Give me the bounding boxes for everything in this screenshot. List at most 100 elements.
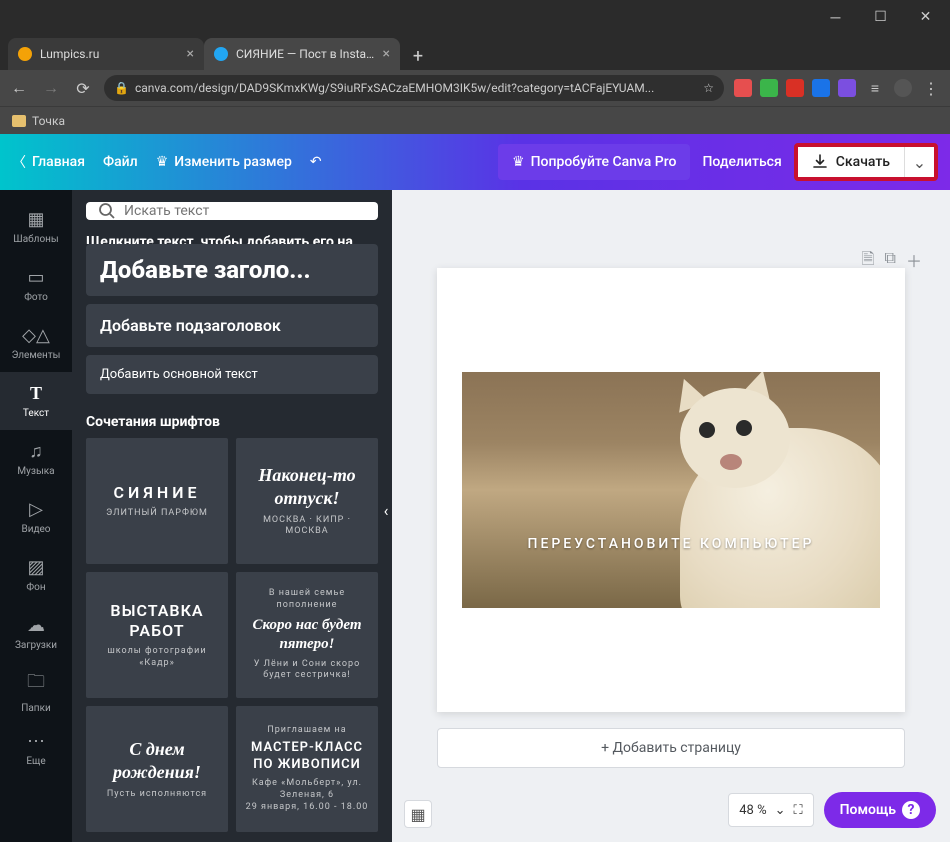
star-icon[interactable]: ☆	[703, 81, 714, 95]
font-card[interactable]: Приглашаем на МАСТЕР-КЛАСС ПО ЖИВОПИСИ К…	[236, 706, 378, 832]
resize-button[interactable]: ♛ Изменить размер	[156, 154, 292, 170]
chevron-down-icon: ⌄	[775, 803, 786, 818]
lock-icon: 🔒	[114, 81, 129, 95]
extension-icon[interactable]	[760, 79, 778, 97]
grid-view-button[interactable]: ▦	[404, 800, 432, 828]
rail-more[interactable]: ⋯Еще	[0, 720, 72, 778]
extension-icon[interactable]	[838, 79, 856, 97]
canva-header: 〈 Главная Файл ♛ Изменить размер ↶ ♛ Поп…	[0, 134, 950, 190]
share-button[interactable]: Поделиться	[702, 154, 781, 170]
browser-toolbar: ← → ⟳ 🔒 canva.com/design/DAD9SKmxKWg/S9i…	[0, 70, 950, 106]
font-card[interactable]: СИЯНИЕ ЭЛИТНЫЙ ПАРФЮМ	[86, 438, 228, 564]
address-bar[interactable]: 🔒 canva.com/design/DAD9SKmxKWg/S9iuRFxSA…	[104, 75, 724, 101]
window-close-button[interactable]: ✕	[903, 2, 948, 32]
browser-tab[interactable]: Lumpics.ru ×	[8, 38, 204, 70]
collapse-panel-button[interactable]: ‹	[378, 490, 392, 530]
extension-icon[interactable]	[812, 79, 830, 97]
rail-elements[interactable]: ◇△Элементы	[0, 314, 72, 372]
font-card[interactable]: В нашей семье пополнение Скоро нас будет…	[236, 572, 378, 698]
more-icon: ⋯	[27, 731, 45, 752]
help-label: Помощь	[840, 802, 896, 818]
text-icon: T	[30, 383, 42, 404]
chevron-left-icon: ‹	[384, 501, 389, 520]
download-label: Скачать	[836, 154, 890, 170]
zoom-value: 48 %	[739, 803, 766, 818]
crown-icon: ♛	[512, 154, 525, 170]
panel-hint: Щелкните текст, чтобы добавить его на...	[72, 230, 392, 244]
meme-text[interactable]: ПЕРЕУСТАНОВИТЕ КОМПЬЮТЕР	[462, 536, 880, 552]
search-icon	[98, 202, 116, 220]
rail-photo[interactable]: ▭Фото	[0, 256, 72, 314]
extension-icons: ≡ ⋮	[734, 79, 942, 98]
rail-templates[interactable]: ▦Шаблоны	[0, 198, 72, 256]
folder-icon: 🗀	[27, 669, 45, 699]
window-maximize-button[interactable]: ☐	[858, 2, 903, 32]
window-minimize-button[interactable]: ─	[813, 2, 858, 32]
font-combos-grid: СИЯНИЕ ЭЛИТНЫЙ ПАРФЮМ Наконец-то отпуск!…	[72, 438, 392, 842]
tab-close-icon[interactable]: ×	[383, 46, 390, 62]
side-panel: Щелкните текст, чтобы добавить его на...…	[72, 190, 392, 842]
left-rail: ▦Шаблоны ▭Фото ◇△Элементы TТекст ♫Музыка…	[0, 190, 72, 842]
download-options-button[interactable]: ⌄	[904, 147, 934, 177]
bottom-bar: 48 % ⌄ ⛶ Помощь ?	[728, 792, 936, 828]
file-menu[interactable]: Файл	[103, 154, 138, 170]
add-body-button[interactable]: Добавить основной текст	[86, 355, 378, 394]
add-heading-button[interactable]: Добавьте заголо...	[86, 244, 378, 296]
shapes-icon: ◇△	[22, 325, 50, 346]
folder-icon	[12, 115, 26, 127]
browser-tab[interactable]: СИЯНИЕ — Пост в Instagram ×	[204, 38, 400, 70]
rail-video[interactable]: ▷Видео	[0, 488, 72, 546]
download-button[interactable]: Скачать	[798, 154, 904, 170]
nav-reload-icon[interactable]: ⟳	[72, 79, 94, 98]
resize-label: Изменить размер	[174, 154, 292, 170]
help-button[interactable]: Помощь ?	[824, 792, 936, 828]
layout-icon: ▦	[27, 209, 44, 230]
tab-close-icon[interactable]: ×	[187, 46, 194, 62]
background-icon: ▨	[27, 557, 44, 578]
font-card[interactable]: С днем рождения! Пусть исполняются	[86, 706, 228, 832]
nav-forward-icon[interactable]: →	[40, 78, 62, 98]
canvas-area[interactable]: 🗎 ⧉ ＋ ПЕРЕУСТАНОВИТЕ КОМПЬЮТЕР	[392, 190, 950, 842]
photo-icon: ▭	[27, 267, 44, 288]
cat-image	[660, 378, 880, 608]
upload-icon: ☁	[27, 615, 45, 636]
menu-icon[interactable]: ⋮	[920, 79, 942, 98]
extension-icon[interactable]	[786, 79, 804, 97]
meme-image[interactable]: ПЕРЕУСТАНОВИТЕ КОМПЬЮТЕР	[462, 372, 880, 608]
font-card[interactable]: ВЫСТАВКА РАБОТ школы фотографии «Кадр»	[86, 572, 228, 698]
home-label: Главная	[32, 154, 85, 170]
canvas-page[interactable]: ПЕРЕУСТАНОВИТЕ КОМПЬЮТЕР	[437, 268, 905, 712]
grid-icon: ▦	[410, 805, 425, 824]
search-box[interactable]	[86, 202, 378, 220]
tab-title: СИЯНИЕ — Пост в Instagram	[236, 47, 375, 61]
home-button[interactable]: 〈 Главная	[12, 152, 85, 172]
zoom-control[interactable]: 48 % ⌄ ⛶	[728, 793, 813, 827]
add-page-button[interactable]: + Добавить страницу	[437, 728, 905, 768]
rail-background[interactable]: ▨Фон	[0, 546, 72, 604]
nav-back-icon[interactable]: ←	[8, 78, 30, 98]
extension-icon[interactable]	[734, 79, 752, 97]
video-icon: ▷	[29, 499, 43, 520]
profile-avatar[interactable]	[894, 79, 912, 97]
chevron-down-icon: ⌄	[913, 153, 926, 172]
fullscreen-icon[interactable]: ⛶	[794, 803, 803, 818]
tab-favicon	[18, 47, 32, 61]
add-subheading-button[interactable]: Добавьте подзаголовок	[86, 304, 378, 347]
font-combos-title: Сочетания шрифтов	[72, 402, 392, 438]
rail-uploads[interactable]: ☁Загрузки	[0, 604, 72, 662]
try-pro-button[interactable]: ♛ Попробуйте Canva Pro	[498, 144, 690, 180]
crown-icon: ♛	[156, 154, 169, 170]
bookmark-item[interactable]: Точка	[32, 114, 65, 128]
rail-music[interactable]: ♫Музыка	[0, 430, 72, 488]
add-icon[interactable]: ＋	[906, 248, 922, 275]
reading-list-icon[interactable]: ≡	[864, 80, 886, 97]
new-tab-button[interactable]: +	[404, 42, 432, 70]
rail-text[interactable]: TТекст	[0, 372, 72, 430]
tab-favicon	[214, 47, 228, 61]
undo-button[interactable]: ↶	[310, 154, 322, 170]
url-text: canva.com/design/DAD9SKmxKWg/S9iuRFxSACz…	[135, 81, 697, 95]
rail-folders[interactable]: 🗀Папки	[0, 662, 72, 720]
file-label: Файл	[103, 154, 138, 170]
search-input[interactable]	[124, 203, 366, 219]
font-card[interactable]: Наконец-то отпуск! МОСКВА · КИПР · МОСКВ…	[236, 438, 378, 564]
